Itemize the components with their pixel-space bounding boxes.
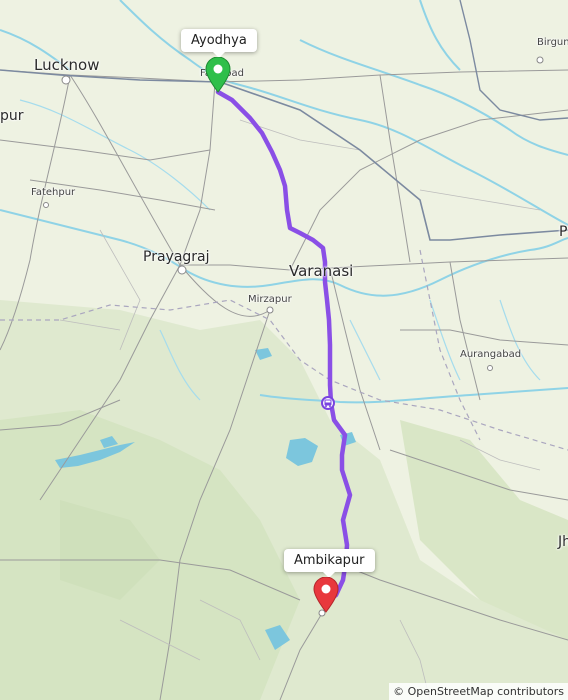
city-label-lucknow: Lucknow	[34, 56, 100, 74]
destination-label: Ambikapur	[284, 549, 375, 578]
map-attribution[interactable]: © OpenStreetMap contributors	[389, 683, 568, 700]
city-label-right-cut-p: P	[559, 224, 568, 240]
map-canvas[interactable]: Lucknow pur Faizabad Prayagraj Varanasi …	[0, 0, 568, 700]
city-label-varanasi: Varanasi	[289, 262, 354, 280]
town-label-birgunj: Birgun	[537, 37, 568, 48]
origin-pin-icon[interactable]	[204, 57, 232, 93]
city-label-right-cut-jh: Jh	[558, 534, 568, 550]
destination-pin-icon[interactable]	[312, 577, 340, 613]
town-label-aurangabad: Aurangabad	[460, 349, 522, 360]
town-label-fatehpur: Fatehpur	[31, 187, 76, 198]
city-label-prayagraj: Prayagraj	[143, 249, 210, 265]
town-label-mirzapur: Mirzapur	[248, 294, 292, 305]
origin-label: Ayodhya	[181, 29, 257, 58]
bus-icon[interactable]	[321, 396, 335, 410]
city-label-left-cut: pur	[0, 108, 24, 124]
